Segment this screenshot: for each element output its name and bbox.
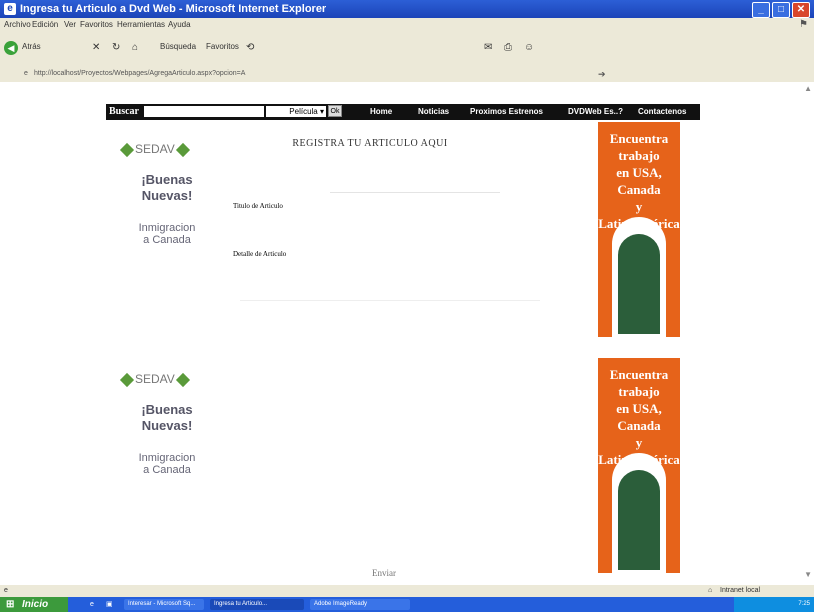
windows-flag-icon: ⚑ — [799, 19, 808, 30]
clock: 7:25 — [798, 601, 810, 607]
stop-icon[interactable]: ✕ — [92, 42, 100, 53]
task-ie-active[interactable]: Ingresa tu Articulo... — [210, 599, 304, 610]
globe-icon — [618, 470, 660, 570]
ad-line-2: en USA, Canada — [616, 165, 662, 197]
menu-archivo[interactable]: Archivo — [4, 18, 31, 32]
back-button-label[interactable]: Atrás — [22, 42, 41, 51]
immigration-link-2[interactable]: Inmigracion a Canada — [112, 452, 222, 476]
toolbar: ◀ Atrás ✕ ↻ ⌂ Búsqueda Favoritos ⟲ ✉ ⎙ ☺ — [0, 32, 814, 66]
search-button[interactable]: Búsqueda — [160, 42, 196, 51]
submit-button[interactable]: Enviar — [372, 568, 396, 578]
sedav-logo: SEDAV — [119, 142, 190, 157]
page-icon: e — [24, 70, 28, 77]
site-navbar: Buscar Película ▾ Ok Home Noticias Proxi… — [106, 104, 700, 120]
home-icon[interactable]: ⌂ — [132, 42, 138, 53]
refresh-icon[interactable]: ↻ — [112, 42, 120, 53]
nav-noticias[interactable]: Noticias — [418, 104, 449, 120]
nav-contactenos[interactable]: Contactenos — [638, 104, 686, 120]
ad-line-1: Encuentra trabajo — [609, 367, 669, 399]
search-ok-button[interactable]: Ok — [328, 105, 342, 117]
taskbar: ⊞ Inicio e ▣ Interesar - Microsoft Sq...… — [0, 597, 814, 612]
menu-bar: Archivo Edición Ver Favoritos Herramient… — [0, 18, 814, 32]
search-label: Buscar — [109, 106, 139, 117]
ad-line-2: en USA, Canada — [616, 401, 662, 433]
mail-icon[interactable]: ✉ — [484, 42, 492, 53]
job-ad-banner-2[interactable]: Encuentra trabajo en USA, Canada y Latin… — [598, 358, 680, 573]
logo-left-icon — [119, 372, 135, 387]
title-input[interactable] — [330, 192, 500, 193]
logo-left-icon — [119, 142, 135, 157]
news-heading[interactable]: ¡Buenas Nuevas! — [112, 172, 222, 204]
ad-line-1: Encuentra trabajo — [609, 131, 669, 163]
menu-favoritos[interactable]: Favoritos — [80, 18, 113, 32]
menu-edicion[interactable]: Edición — [32, 18, 58, 32]
start-button[interactable]: ⊞ Inicio — [0, 597, 68, 612]
task-sql[interactable]: Interesar - Microsoft Sq... — [124, 599, 204, 610]
address-bar: e http://localhost/Proyectos/Webpages/Ag… — [0, 66, 814, 82]
windows-logo-icon: ⊞ — [6, 599, 15, 610]
category-select-value: Película — [289, 107, 318, 116]
page-status-icon: e — [4, 587, 8, 594]
globe-icon — [618, 234, 660, 334]
status-bar: e ⌂ Intranet local — [0, 585, 814, 597]
menu-herramientas[interactable]: Herramientas — [117, 18, 165, 32]
menu-ver[interactable]: Ver — [64, 18, 76, 32]
logo-right-icon — [175, 372, 190, 387]
print-icon[interactable]: ⎙ — [504, 42, 512, 53]
nav-dvdweb[interactable]: DVDWeb Es..? — [568, 104, 623, 120]
quicklaunch-ie-icon[interactable]: e — [90, 597, 94, 612]
start-label: Inicio — [22, 599, 49, 610]
form-title: REGISTRA TU ARTICULO AQUI — [292, 138, 448, 149]
system-tray: 7:25 — [734, 597, 814, 612]
category-select[interactable]: Película ▾ — [266, 106, 326, 117]
site-search-input[interactable] — [144, 106, 264, 117]
detail-textarea[interactable] — [240, 300, 540, 301]
menu-ayuda[interactable]: Ayuda — [168, 18, 191, 32]
window-title: Ingresa tu Articulo a Dvd Web - Microsof… — [20, 3, 327, 15]
job-ad-banner[interactable]: Encuentra trabajo en USA, Canada y Latin… — [598, 122, 680, 337]
address-input[interactable]: http://localhost/Proyectos/Webpages/Agre… — [34, 66, 245, 82]
intranet-icon: ⌂ — [708, 587, 713, 594]
zone-label: Intranet local — [720, 587, 761, 594]
sedav-logo-2: SEDAV — [119, 372, 190, 387]
favorites-button[interactable]: Favoritos — [206, 42, 239, 51]
ie-icon: e — [4, 3, 16, 15]
task-imageready[interactable]: Adobe ImageReady — [310, 599, 410, 610]
messenger-icon[interactable]: ☺ — [524, 42, 534, 53]
back-arrow-icon[interactable]: ◀ — [4, 41, 18, 55]
minimize-button[interactable]: _ — [752, 2, 770, 18]
go-arrow-icon[interactable]: ➔ — [598, 66, 606, 82]
detail-field-label: Detalle de Articulo — [233, 250, 287, 258]
scroll-down-icon[interactable]: ▼ — [804, 570, 812, 579]
nav-proximos-estrenos[interactable]: Proximos Estrenos — [470, 104, 543, 120]
maximize-button[interactable]: □ — [772, 2, 790, 18]
page-content: ▲ Buscar Película ▾ Ok Home Noticias Pro… — [0, 82, 814, 585]
logo-right-icon — [175, 142, 190, 157]
news-heading-2[interactable]: ¡Buenas Nuevas! — [112, 402, 222, 434]
quicklaunch-desktop-icon[interactable]: ▣ — [106, 597, 113, 612]
immigration-link[interactable]: Inmigracion a Canada — [112, 222, 222, 246]
scroll-up-icon[interactable]: ▲ — [804, 84, 812, 93]
nav-home[interactable]: Home — [370, 104, 392, 120]
close-button[interactable]: ✕ — [792, 2, 810, 18]
window-titlebar[interactable]: e Ingresa tu Articulo a Dvd Web - Micros… — [0, 0, 814, 18]
history-icon[interactable]: ⟲ — [246, 42, 254, 53]
title-field-label: Titulo de Articulo — [233, 202, 283, 210]
